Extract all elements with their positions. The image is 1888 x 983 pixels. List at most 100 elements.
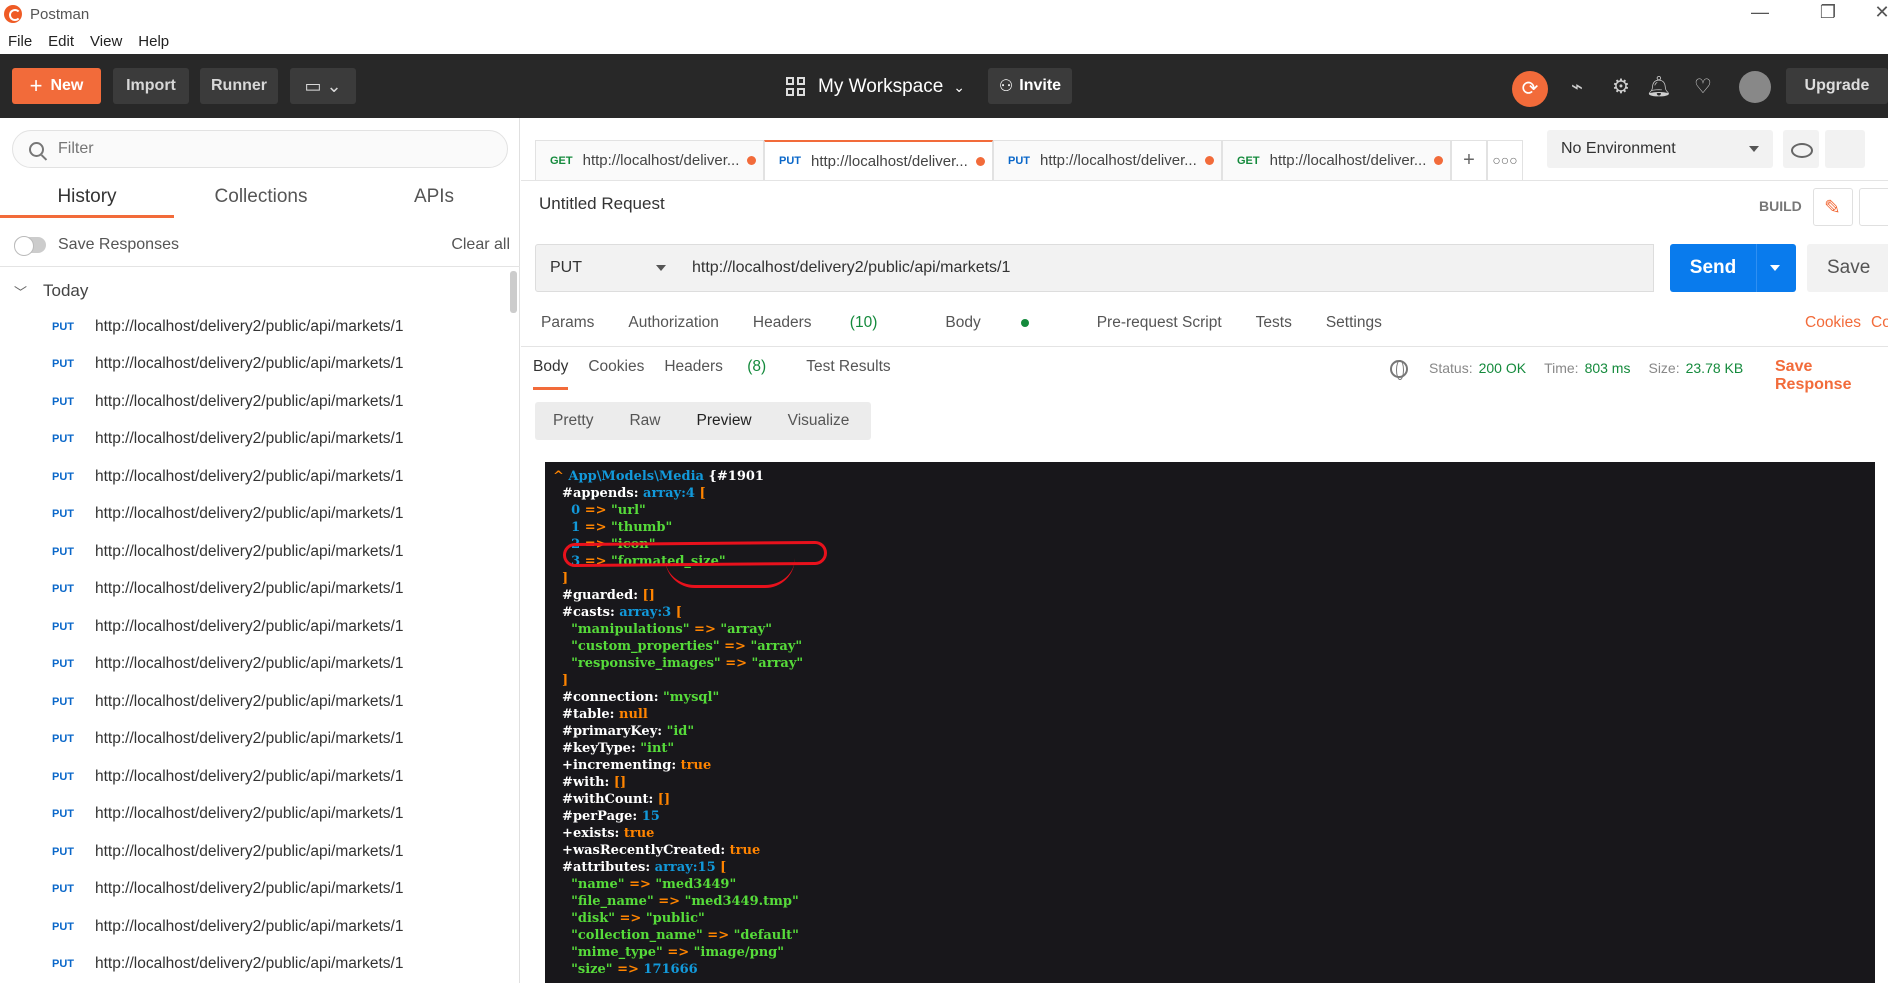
- workspace-name: My Workspace: [818, 76, 944, 97]
- tab-prerequest[interactable]: Pre-request Script: [1097, 314, 1222, 344]
- history-item[interactable]: PUT http://localhost/delivery2/public/api…: [0, 421, 508, 459]
- save-response-button[interactable]: Save Response: [1775, 358, 1888, 394]
- history-item[interactable]: PUT http://localhost/delivery2/public/api…: [0, 871, 508, 909]
- menu-file[interactable]: File: [0, 33, 40, 50]
- tab-headers[interactable]: Headers (10): [753, 314, 911, 344]
- tab-response-body[interactable]: Body: [533, 354, 569, 390]
- request-tab-active[interactable]: PUT http://localhost/deliver...: [764, 140, 993, 180]
- gear-icon[interactable]: ⚙: [1608, 74, 1634, 100]
- body-indicator-icon: [1020, 318, 1029, 327]
- view-visualize[interactable]: Visualize: [770, 412, 868, 430]
- add-tab-icon[interactable]: +: [1451, 140, 1487, 180]
- send-button[interactable]: Send: [1670, 244, 1796, 292]
- code-line: 0 => "url": [553, 503, 646, 518]
- eye-icon[interactable]: [1783, 130, 1819, 168]
- history-item[interactable]: PUT http://localhost/delivery2/public/api…: [0, 346, 508, 384]
- request-tab[interactable]: PUT http://localhost/deliver...: [993, 140, 1222, 180]
- tab-collections[interactable]: Collections: [174, 178, 348, 218]
- send-options-caret-icon[interactable]: [1770, 265, 1780, 271]
- heart-icon[interactable]: ♡: [1690, 74, 1716, 100]
- environment-select[interactable]: No Environment: [1547, 130, 1773, 168]
- filter-box[interactable]: [12, 130, 508, 168]
- history-item[interactable]: PUT http://localhost/delivery2/public/api…: [0, 571, 508, 609]
- code-line: "mime_type" => "image/png": [553, 945, 785, 960]
- history-item[interactable]: PUT http://localhost/delivery2/public/api…: [0, 833, 508, 871]
- tab-response-cookies[interactable]: Cookies: [588, 354, 644, 390]
- request-name[interactable]: Untitled Request: [539, 194, 665, 214]
- tab-body[interactable]: Body: [945, 314, 1062, 344]
- tab-params[interactable]: Params: [541, 314, 594, 344]
- tab-test-results[interactable]: Test Results: [806, 354, 890, 390]
- scrollbar[interactable]: [510, 271, 517, 313]
- history-item[interactable]: PUT http://localhost/delivery2/public/api…: [0, 683, 508, 721]
- history-item[interactable]: PUT http://localhost/delivery2/public/api…: [0, 383, 508, 421]
- unsaved-dot-icon: [1204, 156, 1214, 165]
- request-tab[interactable]: GET http://localhost/deliver...: [535, 140, 764, 180]
- avatar[interactable]: [1739, 71, 1771, 103]
- pencil-icon[interactable]: [1813, 188, 1853, 226]
- save-button[interactable]: Save: [1807, 244, 1888, 292]
- history-item[interactable]: PUT http://localhost/delivery2/public/api…: [0, 533, 508, 571]
- more-tabs-icon[interactable]: ○○○: [1487, 140, 1523, 180]
- history-group-today[interactable]: ﹀ Today: [14, 274, 88, 308]
- history-item[interactable]: PUT http://localhost/delivery2/public/api…: [0, 721, 508, 759]
- clear-all-button[interactable]: Clear all: [451, 236, 510, 254]
- menu-help[interactable]: Help: [130, 33, 177, 50]
- comment-icon[interactable]: [1859, 188, 1888, 226]
- bell-icon[interactable]: 🔔︎: [1646, 74, 1672, 100]
- tab-authorization[interactable]: Authorization: [628, 314, 718, 344]
- history-item[interactable]: PUT http://localhost/delivery2/public/api…: [0, 758, 508, 796]
- workspace-switcher[interactable]: My Workspace ⌄: [786, 72, 965, 102]
- import-button[interactable]: Import: [113, 68, 189, 104]
- request-tabs: GET http://localhost/deliver... PUT http…: [535, 140, 1523, 180]
- history-item[interactable]: PUT http://localhost/delivery2/public/api…: [0, 946, 508, 983]
- close-icon[interactable]: ✕: [1862, 2, 1888, 23]
- view-raw[interactable]: Raw: [611, 412, 678, 430]
- code-line: ]: [553, 673, 569, 688]
- upgrade-button[interactable]: Upgrade: [1786, 68, 1888, 104]
- globe-icon[interactable]: [1390, 360, 1408, 380]
- request-tab[interactable]: GET http://localhost/deliver...: [1222, 140, 1451, 180]
- history-item[interactable]: PUT http://localhost/delivery2/public/api…: [0, 646, 508, 684]
- history-item[interactable]: PUT http://localhost/delivery2/public/api…: [0, 908, 508, 946]
- history-item-method: PUT: [52, 583, 74, 596]
- tab-apis[interactable]: APIs: [348, 178, 520, 218]
- history-item-url: http://localhost/delivery2/public/api/ma…: [95, 917, 404, 935]
- history-item-url: http://localhost/delivery2/public/api/ma…: [95, 542, 404, 560]
- sidebar-tabs: History Collections APIs: [0, 178, 520, 218]
- tab-response-headers[interactable]: Headers (8): [664, 354, 786, 390]
- cookies-link[interactable]: Cookies: [1805, 314, 1861, 332]
- history-item[interactable]: PUT http://localhost/delivery2/public/api…: [0, 608, 508, 646]
- history-item[interactable]: PUT http://localhost/delivery2/public/api…: [0, 796, 508, 834]
- view-pretty[interactable]: Pretty: [535, 412, 611, 430]
- history-item-method: PUT: [52, 433, 74, 446]
- history-item-method: PUT: [52, 395, 74, 408]
- restore-icon[interactable]: ❐: [1808, 2, 1848, 23]
- tab-tests[interactable]: Tests: [1256, 314, 1292, 344]
- invite-button[interactable]: ⚇ Invite: [988, 68, 1072, 104]
- history-item[interactable]: PUT http://localhost/delivery2/public/api…: [0, 308, 508, 346]
- history-item[interactable]: PUT http://localhost/delivery2/public/api…: [0, 496, 508, 534]
- save-responses-toggle[interactable]: [14, 236, 46, 256]
- sync-icon[interactable]: ⟳: [1512, 71, 1548, 107]
- new-window-icon: ▭ ⌄: [304, 75, 342, 96]
- view-preview[interactable]: Preview: [679, 412, 770, 430]
- history-item-method: PUT: [52, 320, 74, 333]
- code-link[interactable]: Co: [1871, 314, 1888, 332]
- method-select[interactable]: PUT: [535, 244, 681, 292]
- url-input[interactable]: http://localhost/delivery2/public/api/ma…: [680, 244, 1654, 292]
- runner-button[interactable]: Runner: [200, 68, 278, 104]
- code-line: #perPage: 15: [553, 809, 660, 824]
- history-item-method: PUT: [52, 545, 74, 558]
- menu-view[interactable]: View: [82, 33, 130, 50]
- menu-edit[interactable]: Edit: [40, 33, 82, 50]
- tab-history[interactable]: History: [0, 178, 174, 218]
- history-item[interactable]: PUT http://localhost/delivery2/public/api…: [0, 458, 508, 496]
- filter-input[interactable]: [58, 140, 458, 158]
- satellite-icon[interactable]: ⌁: [1564, 74, 1590, 100]
- environment-settings-icon[interactable]: [1825, 130, 1865, 168]
- new-window-button[interactable]: ▭ ⌄: [290, 68, 356, 104]
- tab-settings[interactable]: Settings: [1326, 314, 1382, 344]
- minimize-icon[interactable]: —: [1740, 2, 1780, 23]
- new-button[interactable]: + New: [12, 68, 101, 104]
